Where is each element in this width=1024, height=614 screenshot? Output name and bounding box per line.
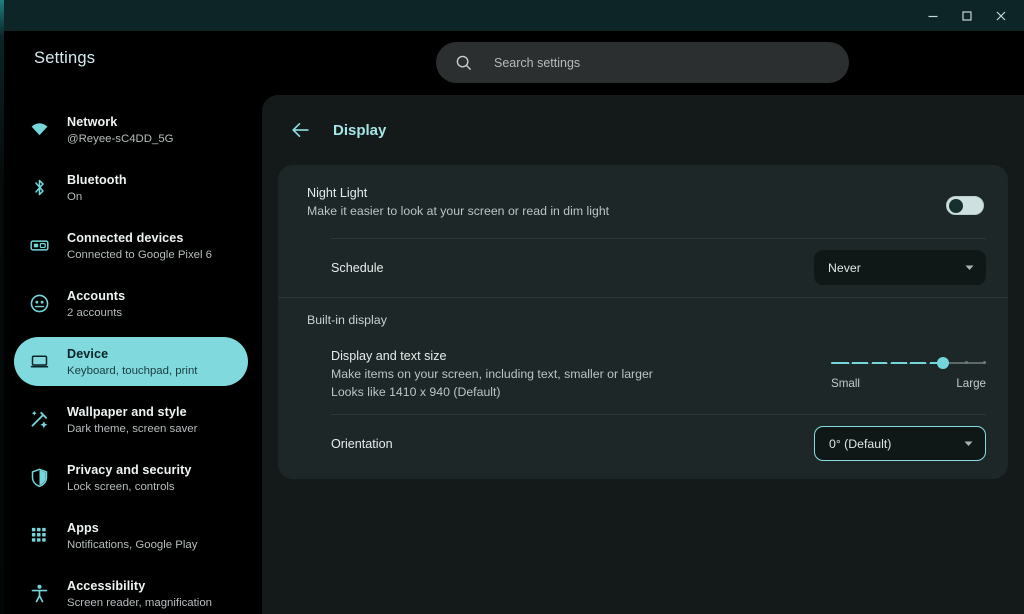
night-light-toggle[interactable] (946, 196, 984, 215)
sidebar-item-title: Bluetooth (67, 173, 127, 187)
sidebar-item-bluetooth[interactable]: Bluetooth On (14, 163, 248, 212)
orientation-label: Orientation (331, 435, 814, 453)
builtin-display-section-header: Built-in display (278, 298, 1008, 333)
page-title: Display (333, 122, 386, 139)
laptop-icon (26, 351, 52, 372)
sidebar-item-subtitle: On (67, 191, 127, 205)
apps-grid-icon (26, 526, 52, 545)
search-icon (455, 54, 473, 72)
slider-min-label: Small (831, 377, 860, 390)
close-button[interactable] (984, 0, 1018, 31)
display-text-size-row[interactable]: Display and text size Make items on your… (278, 333, 1008, 414)
schedule-label: Schedule (331, 259, 814, 277)
sidebar-item-device[interactable]: Device Keyboard, touchpad, print (14, 337, 248, 386)
sidebar-item-network[interactable]: Network @Reyee-sC4DD_5G (14, 105, 248, 154)
sidebar-item-title: Privacy and security (67, 463, 192, 477)
sidebar-item-title: Accounts (67, 289, 125, 303)
sidebar-item-title: Apps (67, 521, 99, 535)
sidebar-item-privacy-and-security[interactable]: Privacy and security Lock screen, control… (14, 453, 248, 502)
chevron-down-icon (964, 262, 975, 273)
slider-max-label: Large (956, 377, 986, 390)
sidebar-item-title: Wallpaper and style (67, 405, 187, 419)
sidebar-item-subtitle: @Reyee-sC4DD_5G (67, 133, 174, 147)
wallpaper-style-icon (26, 409, 52, 430)
app-title: Settings (34, 49, 95, 68)
sidebar-item-apps[interactable]: Apps Notifications, Google Play (14, 511, 248, 560)
sidebar-item-subtitle: Notifications, Google Play (67, 539, 197, 553)
app-header: Settings Search settings (0, 31, 1024, 93)
chevron-down-icon (963, 438, 974, 449)
window-titlebar (0, 0, 1024, 31)
page-header: Display (262, 95, 1024, 165)
main-panel: Display Night Light Make it easier to lo… (262, 95, 1024, 614)
sidebar-item-subtitle: Lock screen, controls (67, 481, 192, 495)
back-arrow-icon[interactable] (290, 119, 312, 141)
bluetooth-icon (26, 177, 52, 198)
wifi-icon (26, 119, 52, 140)
sidebar-item-wallpaper-and-style[interactable]: Wallpaper and style Dark theme, screen sa… (14, 395, 248, 444)
display-text-size-description: Make items on your screen, including tex… (331, 365, 831, 383)
connected-devices-icon (26, 235, 52, 256)
sidebar: Network @Reyee-sC4DD_5G Bluetooth On Connect… (0, 93, 262, 614)
schedule-select-value: Never (828, 261, 964, 275)
orientation-select-value: 0° (Default) (829, 437, 963, 451)
accessibility-icon (26, 583, 52, 604)
sidebar-item-subtitle: Keyboard, touchpad, print (67, 365, 197, 379)
sidebar-item-title: Accessibility (67, 579, 145, 593)
shield-icon (26, 467, 52, 488)
night-light-description: Make it easier to look at your screen or… (307, 202, 946, 220)
sidebar-item-accessibility[interactable]: Accessibility Screen reader, magnificatio… (14, 569, 248, 614)
sidebar-item-title: Connected devices (67, 231, 183, 245)
night-light-toggle-knob (949, 199, 963, 213)
search-input[interactable]: Search settings (436, 42, 849, 83)
sidebar-item-subtitle: Dark theme, screen saver (67, 423, 197, 437)
settings-window: Settings Search settings Network @Reyee-s… (0, 0, 1024, 614)
sidebar-item-title: Device (67, 347, 108, 361)
window-left-accent-strip (0, 0, 4, 614)
display-resolution-note: Looks like 1410 x 940 (Default) (331, 383, 831, 401)
schedule-select[interactable]: Never (814, 250, 986, 285)
maximize-button[interactable] (950, 0, 984, 31)
sidebar-item-subtitle: Connected to Google Pixel 6 (67, 249, 212, 263)
slider-tick (887, 361, 891, 365)
builtin-display-label: Built-in display (307, 313, 1008, 327)
slider-tick (926, 361, 930, 365)
orientation-row: Orientation 0° (Default) (278, 415, 1008, 473)
sidebar-item-subtitle: Screen reader, magnification (67, 597, 212, 611)
sidebar-item-title: Network (67, 115, 117, 129)
search-placeholder: Search settings (494, 56, 580, 70)
display-text-size-title: Display and text size (331, 347, 831, 365)
accounts-icon (26, 293, 52, 314)
sidebar-item-connected-devices[interactable]: Connected devices Connected to Google Pix… (14, 221, 248, 270)
display-settings-card: Night Light Make it easier to look at yo… (278, 165, 1008, 479)
slider-tick (868, 361, 872, 365)
sidebar-item-accounts[interactable]: Accounts 2 accounts (14, 279, 248, 328)
orientation-select[interactable]: 0° (Default) (814, 426, 986, 461)
night-light-row[interactable]: Night Light Make it easier to look at yo… (278, 165, 1008, 238)
night-light-title: Night Light (307, 184, 946, 202)
sidebar-item-subtitle: 2 accounts (67, 307, 125, 321)
slider-thumb[interactable] (937, 357, 949, 369)
schedule-row: Schedule Never (278, 239, 1008, 297)
display-size-slider[interactable]: Small Large (831, 343, 986, 390)
minimize-button[interactable] (916, 0, 950, 31)
